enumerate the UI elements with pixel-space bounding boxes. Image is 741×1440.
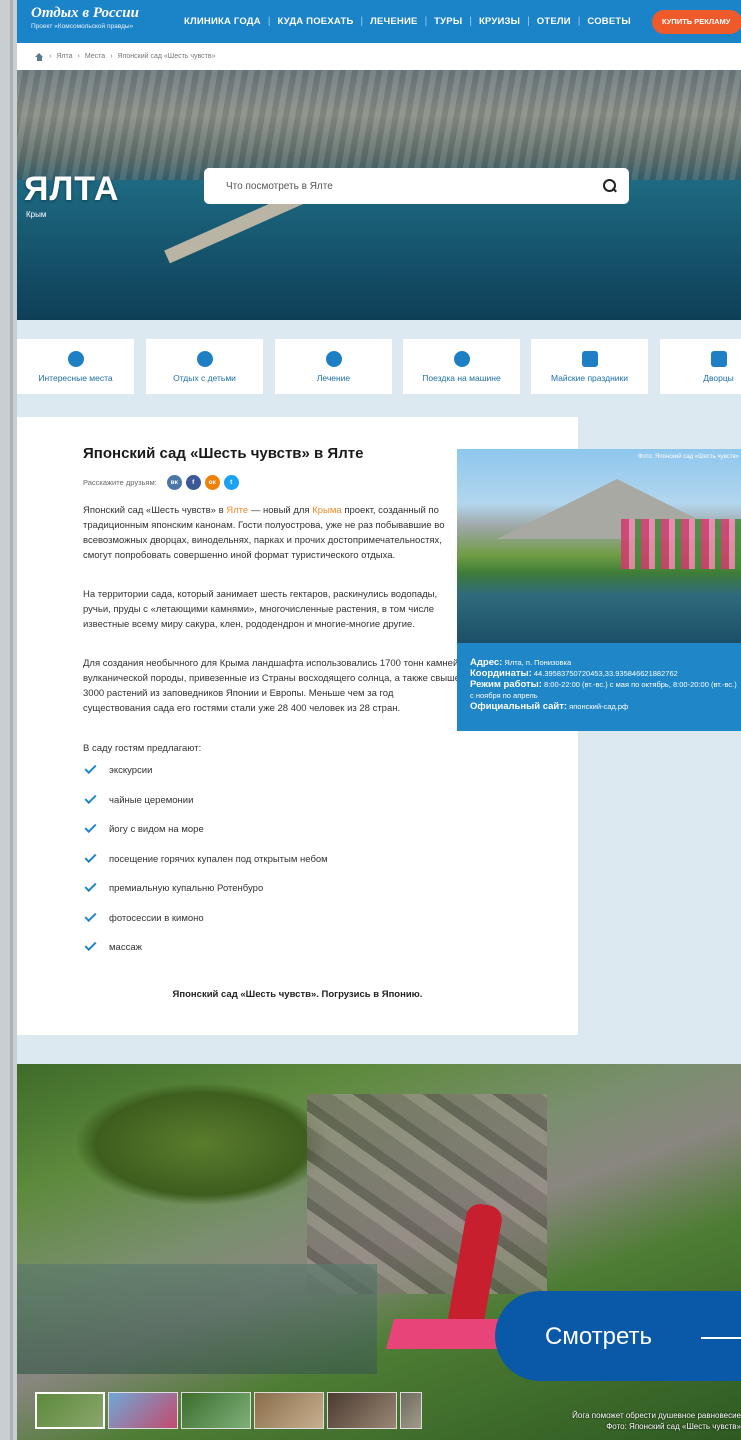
twitter-icon[interactable]: t (223, 475, 239, 490)
search-box[interactable]: Что посмотреть в Ялте (204, 168, 629, 204)
category-interesting-places[interactable]: Интересные места (17, 339, 134, 394)
gallery-thumb[interactable] (254, 1392, 324, 1429)
list-item: посещение горячих купален под открытым н… (83, 850, 328, 884)
check-icon (84, 761, 97, 775)
top-navbar: Отдых в России Проект «Комсомольской пра… (17, 0, 741, 43)
category-treatment[interactable]: Лечение (275, 339, 392, 394)
list-item: экскурсии (83, 761, 328, 795)
logo-subtitle: Проект «Комсомольской правды» (31, 23, 134, 30)
home-icon[interactable] (35, 52, 44, 61)
paragraph-2: На территории сада, который занимает шес… (83, 589, 438, 630)
nav-treatment[interactable]: ЛЕЧЕНИЕ (363, 16, 424, 27)
hero-banner: ЯЛТА Крым Что посмотреть в Ялте (17, 70, 741, 320)
gallery-thumbnails (35, 1392, 422, 1429)
article-tagline: Японский сад «Шесть чувств». Погрузись в… (172, 989, 423, 1000)
gallery-thumb[interactable] (400, 1392, 422, 1429)
share-label: Расскажите друзьям: (83, 478, 157, 487)
breadcrumb-current: Японский сад «Шесть чувств» (117, 53, 216, 60)
list-item: массаж (83, 938, 328, 972)
watch-button[interactable]: Смотреть (495, 1291, 741, 1381)
address-value: Ялта, п. Понизовка (504, 658, 572, 667)
category-may-holidays[interactable]: Майские праздники (531, 339, 648, 394)
city-title: ЯЛТА (24, 170, 120, 208)
list-item: фотосессии в кимоно (83, 909, 328, 943)
nav-where-to-go[interactable]: КУДА ПОЕХАТЬ (270, 16, 360, 27)
nav-tours[interactable]: ТУРЫ (427, 16, 469, 27)
paragraph-3: Для создания необычного для Крыма ландша… (83, 658, 461, 714)
category-tiles: Интересные места Отдых с детьми Лечение … (17, 339, 741, 394)
gallery-caption: Йога поможет обрести душевное равновесие… (572, 1411, 741, 1431)
arrow-line-icon (701, 1337, 741, 1339)
link-crimea[interactable]: Крыма (312, 505, 341, 516)
article-title: Японский сад «Шесть чувств» в Ялте (83, 445, 364, 462)
buy-ad-button[interactable]: КУПИТЬ РЕКЛАМУ (652, 10, 741, 34)
car-icon (453, 351, 470, 367)
gallery-thumb[interactable] (35, 1392, 105, 1429)
search-input[interactable]: Что посмотреть в Ялте (226, 181, 603, 192)
search-icon[interactable] (603, 179, 617, 193)
site-logo[interactable]: Отдых в России Проект «Комсомольской пра… (31, 5, 139, 30)
heart-pulse-icon (325, 351, 342, 367)
breadcrumb-yalta[interactable]: Ялта (56, 53, 72, 60)
info-box: Адрес: Ялта, п. Понизовка Координаты: 44… (457, 643, 741, 731)
list-item: чайные церемонии (83, 791, 328, 825)
offers-list: экскурсии чайные церемонии йогу с видом … (83, 761, 328, 972)
category-palaces[interactable]: Дворцы (660, 339, 741, 394)
official-site-link[interactable]: японский-сад.рф (569, 702, 628, 711)
gallery-thumb[interactable] (108, 1392, 178, 1429)
gallery-thumb[interactable] (181, 1392, 251, 1429)
gallery-credit: Фото: Японский сад «Шесть чувств» (606, 1422, 741, 1431)
region-label: Крым (26, 210, 47, 219)
logo-title: Отдых в России (31, 5, 139, 21)
browser-frame (0, 0, 17, 1440)
coords-value: 44.39583750720453,33.935846621882762 (533, 669, 678, 678)
photo-credit: Фото: Японский сад «Шесть чувств» (637, 454, 739, 460)
category-kids[interactable]: Отдых с детьми (146, 339, 263, 394)
teddy-bear-icon (196, 351, 213, 367)
palace-icon (710, 351, 727, 367)
nav-clinic[interactable]: КЛИНИКА ГОДА (177, 16, 268, 27)
gift-icon (581, 351, 598, 367)
link-yalta[interactable]: Ялте (226, 505, 248, 516)
nav-cruises[interactable]: КРУИЗЫ (472, 16, 527, 27)
paragraph-1: Японский сад «Шесть чувств» в Ялте — нов… (83, 505, 445, 561)
share-bar: Расскажите друзьям: вк f ок t (83, 475, 239, 490)
facebook-icon[interactable]: f (185, 475, 201, 490)
map-pin-icon (67, 351, 84, 367)
list-item: йогу с видом на море (83, 820, 328, 854)
vk-icon[interactable]: вк (166, 475, 182, 490)
photo-gallery: Смотреть Йога поможет обрести душевное р… (17, 1064, 741, 1440)
breadcrumb-places[interactable]: Места (85, 53, 105, 60)
garden-photo[interactable]: Фото: Японский сад «Шесть чувств» (457, 449, 741, 643)
nav-tips[interactable]: СОВЕТЫ (580, 16, 638, 27)
gallery-thumb[interactable] (327, 1392, 397, 1429)
category-car-trip[interactable]: Поездка на машине (403, 339, 520, 394)
odnoklassniki-icon[interactable]: ок (204, 475, 220, 490)
nav-hotels[interactable]: ОТЕЛИ (530, 16, 578, 27)
paragraph-4: В саду гостям предлагают: (83, 743, 202, 754)
breadcrumb: › Ялта › Места › Японский сад «Шесть чув… (17, 43, 741, 70)
main-nav: КЛИНИКА ГОДА | КУДА ПОЕХАТЬ | ЛЕЧЕНИЕ | ТУР… (177, 0, 638, 43)
list-item: премиальную купальню Ротенбуро (83, 879, 328, 913)
